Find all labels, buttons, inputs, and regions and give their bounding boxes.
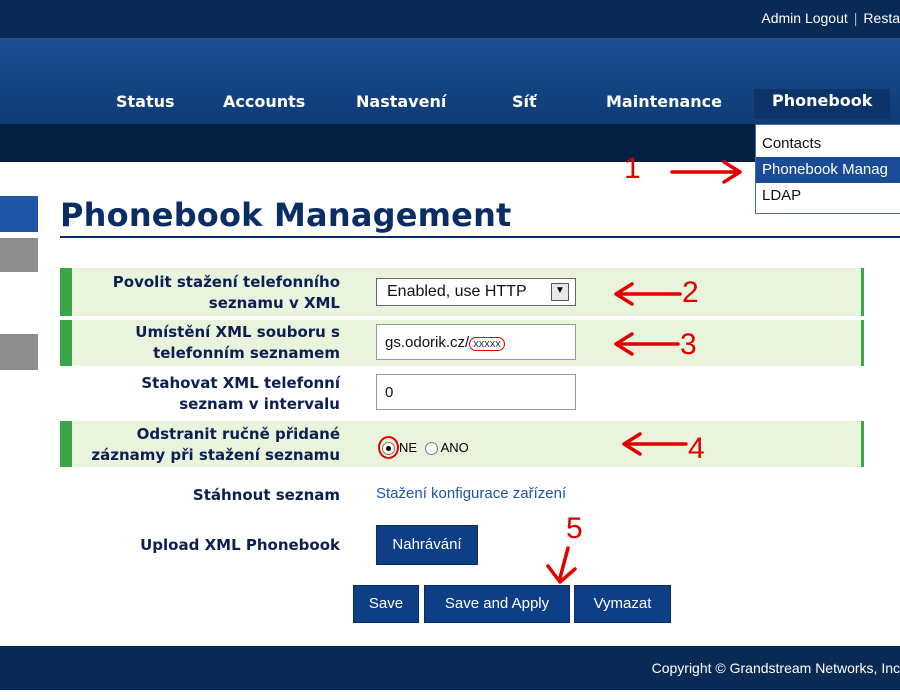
- nav-maintenance[interactable]: Maintenance: [606, 92, 722, 111]
- dropdown-arrow-icon[interactable]: ▼: [551, 283, 569, 301]
- label-xml-location: Umístění XML souboru s telefonním seznam…: [70, 322, 340, 364]
- side-tab[interactable]: [0, 238, 38, 272]
- arrow-1-head-icon: [722, 160, 742, 184]
- nav-status[interactable]: Status: [116, 92, 175, 111]
- label-enable-xml-download: Povolit stažení telefonního seznamu v XM…: [70, 272, 340, 314]
- nav-nastaveni[interactable]: Nastavení: [356, 92, 446, 111]
- radio-highlight-circle: [378, 436, 399, 460]
- side-tab[interactable]: [0, 334, 38, 370]
- download-interval-input[interactable]: 0: [376, 374, 576, 410]
- label-download-interval: Stahovat XML telefonní seznam v interval…: [70, 373, 340, 415]
- nav-phonebook[interactable]: Phonebook: [754, 89, 891, 119]
- nav-sit[interactable]: Síť: [512, 92, 537, 111]
- main-nav: Status Accounts Nastavení Síť Maintenanc…: [0, 89, 900, 120]
- download-config-link[interactable]: Stažení konfigurace zařízení: [376, 485, 566, 502]
- masked-value-circled: xxxxx: [469, 337, 505, 351]
- radio-ano-label: ANO: [440, 440, 469, 455]
- label-line: záznamy při stažení seznamu: [91, 446, 340, 464]
- label-upload-xml: Upload XML Phonebook: [140, 536, 340, 554]
- top-bar: Admin Logout | Resta: [0, 0, 900, 38]
- top-separator: |: [853, 10, 858, 26]
- reset-button[interactable]: Vymazat: [574, 585, 671, 623]
- input-value: gs.odorik.cz/xxxxx: [385, 334, 505, 351]
- label-remove-manual-entries: Odstranit ručně přidané záznamy při staž…: [70, 424, 340, 466]
- xml-location-input[interactable]: gs.odorik.cz/xxxxx: [376, 324, 576, 360]
- page-title: Phonebook Management: [60, 196, 512, 234]
- radio-ano[interactable]: [424, 442, 438, 456]
- arrow-5-icon: [558, 546, 570, 580]
- select-value: Enabled, use HTTP: [387, 283, 527, 300]
- annotation-number-4: 4: [688, 432, 705, 465]
- side-tab-active[interactable]: [0, 196, 38, 232]
- nav-accounts[interactable]: Accounts: [223, 92, 305, 111]
- arrow-5-head-icon: [546, 564, 577, 584]
- label-line: telefonním seznamem: [153, 344, 340, 362]
- url-prefix: gs.odorik.cz/: [385, 334, 470, 351]
- label-download-phonebook: Stáhnout seznam: [192, 486, 340, 504]
- admin-logout-link[interactable]: Admin Logout: [761, 10, 847, 26]
- remove-entries-radio-group: NE ANO: [378, 436, 469, 460]
- annotation-number-5: 5: [566, 512, 583, 545]
- menu-item-phonebook-management[interactable]: Phonebook Manag: [756, 157, 900, 183]
- label-line: seznam v intervalu: [179, 395, 340, 413]
- save-button[interactable]: Save: [353, 585, 419, 623]
- radio-ne[interactable]: [382, 442, 395, 456]
- xml-download-select[interactable]: Enabled, use HTTP ▼: [376, 278, 576, 306]
- save-and-apply-button[interactable]: Save and Apply: [424, 585, 570, 623]
- top-links: Admin Logout | Resta: [761, 10, 900, 26]
- restart-link[interactable]: Resta: [863, 10, 900, 26]
- annotation-number-1: 1: [624, 152, 641, 185]
- copyright-text: Copyright © Grandstream Networks, Inc: [651, 660, 900, 676]
- footer: Copyright © Grandstream Networks, Inc: [0, 646, 900, 690]
- annotation-number-3: 3: [680, 328, 697, 361]
- phonebook-dropdown-menu: Contacts Phonebook Manag LDAP: [755, 124, 900, 214]
- download-config-link-wrap: Stažení konfigurace zařízení: [376, 485, 566, 502]
- radio-ne-label: NE: [399, 440, 418, 455]
- label-line: Povolit stažení telefonního: [112, 273, 340, 291]
- label-line: Stahovat XML telefonní: [141, 374, 340, 392]
- label-line: Odstranit ručně přidané: [136, 425, 340, 443]
- menu-item-contacts[interactable]: Contacts: [756, 131, 900, 157]
- menu-item-ldap[interactable]: LDAP: [756, 183, 900, 209]
- label-line: Umístění XML souboru s: [135, 323, 340, 341]
- upload-button[interactable]: Nahrávání: [376, 525, 478, 565]
- annotation-number-2: 2: [682, 276, 699, 309]
- title-underline: [60, 236, 900, 238]
- label-line: seznamu v XML: [208, 294, 340, 312]
- input-value: 0: [385, 384, 394, 401]
